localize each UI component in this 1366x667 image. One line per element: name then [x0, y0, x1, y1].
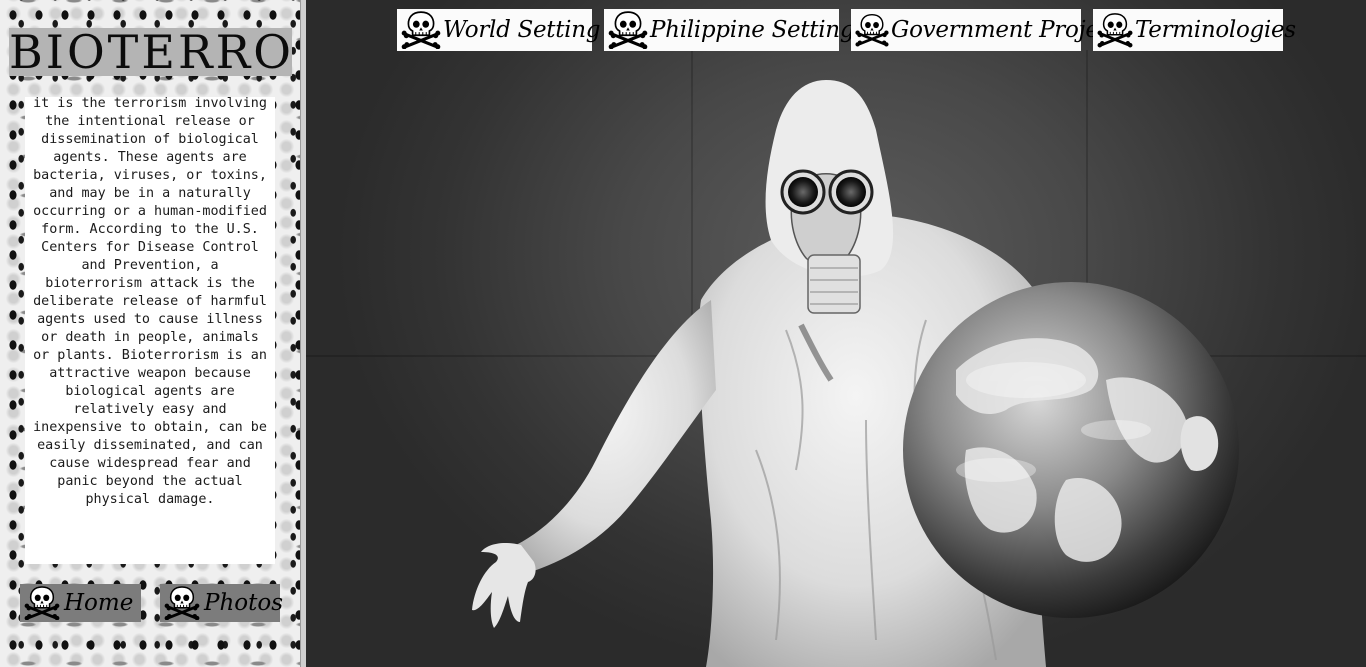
- site-logo-banner: BIOTERRORISM: [9, 28, 292, 76]
- home-button-label: Home: [64, 590, 134, 616]
- site-title: BIOTERRORISM: [9, 28, 292, 76]
- skull-crossbones-icon: [607, 11, 649, 49]
- government-projects-button[interactable]: Government Projects: [851, 9, 1132, 51]
- philippine-setting-button[interactable]: Philippine Setting: [604, 9, 855, 51]
- skull-crossbones-icon: [854, 13, 890, 47]
- skull-crossbones-icon: [22, 586, 62, 620]
- skull-crossbones-icon: [400, 11, 442, 49]
- home-button[interactable]: Home: [20, 584, 141, 622]
- photos-button-label: Photos: [204, 590, 284, 616]
- sidebar: BIOTERRORISM it is the terrorism involvi…: [0, 0, 303, 667]
- terminologies-button[interactable]: Terminologies: [1093, 9, 1296, 51]
- world-setting-label: World Setting: [443, 17, 601, 43]
- skull-crossbones-icon: [162, 586, 202, 620]
- sidebar-nav: Home Photos: [20, 584, 284, 622]
- hero-image: [472, 80, 1239, 667]
- skull-crossbones-icon: [1096, 12, 1134, 48]
- main-content: World Setting Philippine Setting Governm…: [306, 0, 1366, 667]
- intro-text: it is the terrorism involving the intent…: [33, 97, 267, 507]
- photos-button[interactable]: Photos: [160, 584, 284, 622]
- philippine-setting-label: Philippine Setting: [650, 17, 855, 43]
- terminologies-label: Terminologies: [1135, 17, 1296, 43]
- world-setting-button[interactable]: World Setting: [397, 9, 600, 51]
- intro-panel: it is the terrorism involving the intent…: [25, 97, 275, 564]
- top-nav: World Setting Philippine Setting Governm…: [397, 9, 1296, 51]
